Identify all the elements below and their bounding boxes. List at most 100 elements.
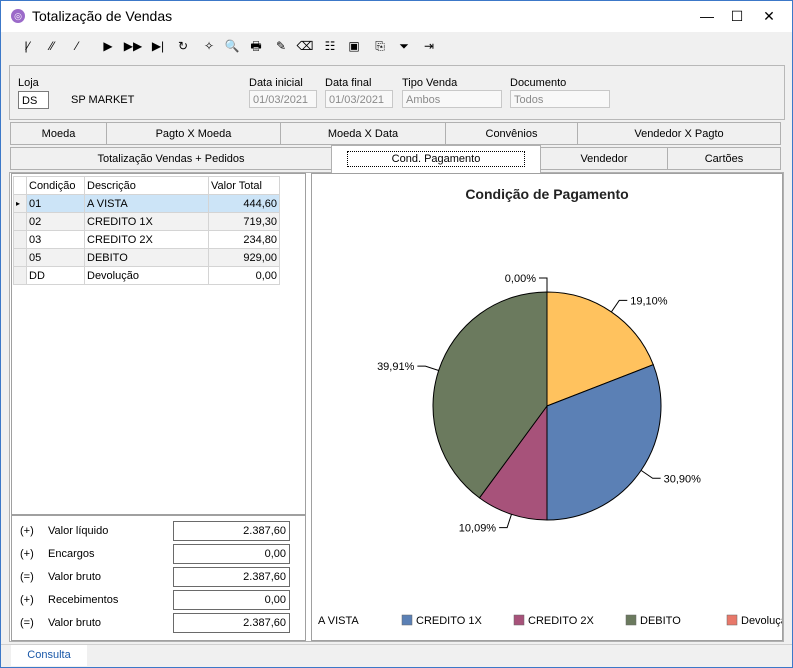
next-page-icon[interactable]: ▶▶ — [123, 36, 143, 56]
cell-valor-total: 234,80 — [208, 230, 280, 249]
window-title: Totalização de Vendas — [32, 8, 173, 24]
tab-convenios[interactable]: Convênios — [445, 122, 578, 145]
chart-panel: Condição de Pagamento 19,10% 30,90% 10,09% 3… — [311, 173, 783, 641]
tab-moeda[interactable]: Moeda — [10, 122, 107, 145]
legend-swatch — [401, 614, 413, 626]
summary-value-field[interactable]: 0,00 — [173, 544, 290, 564]
grid-panel: Condição Descrição Valor Total ▸ 01 A VIST… — [11, 173, 306, 515]
save-icon[interactable]: ⎘ — [370, 36, 390, 56]
next-record-icon[interactable]: ▶ — [98, 36, 118, 56]
first-record-icon[interactable]: |⁄ — [17, 36, 37, 56]
row-indicator — [13, 230, 27, 249]
cell-descricao: CREDITO 1X — [84, 212, 209, 231]
cell-condicao: 05 — [26, 248, 85, 267]
summary-label: Valor líquido — [48, 525, 109, 537]
status-tab-consulta[interactable]: Consulta — [11, 645, 87, 666]
cell-valor-total: 929,00 — [208, 248, 280, 267]
summary-sign: (+) — [20, 548, 34, 560]
grid-indicator-header — [13, 176, 27, 195]
tab-cond-pagamento[interactable]: Cond. Pagamento — [331, 145, 541, 173]
screenshot-icon[interactable]: ▣ — [344, 36, 364, 56]
cell-condicao: 01 — [26, 194, 85, 213]
summary-sign: (=) — [20, 617, 34, 629]
summary-label: Recebimentos — [48, 594, 119, 606]
chart-title: Condição de Pagamento — [465, 186, 628, 202]
tipo-venda-input[interactable]: Ambos — [402, 90, 502, 108]
loja-label: Loja — [18, 77, 39, 89]
data-inicial-input[interactable]: 01/03/2021 — [249, 90, 317, 108]
refresh-icon[interactable]: ↻ — [173, 36, 193, 56]
col-valor-total[interactable]: Valor Total — [208, 176, 280, 195]
print-icon[interactable]: 🖶 — [246, 36, 266, 56]
cell-condicao: DD — [26, 266, 85, 285]
table-row[interactable]: 05 DEBITO 929,00 — [13, 248, 280, 267]
pie-data-label: 0,00% — [505, 273, 536, 285]
minimize-button[interactable]: — — [692, 1, 722, 32]
cell-descricao: Devolução — [84, 266, 209, 285]
summary-value-field[interactable]: 2.387,60 — [173, 567, 290, 587]
documento-input[interactable]: Todos — [510, 90, 610, 108]
cell-descricao: DEBITO — [84, 248, 209, 267]
legend-label: DEBITO — [640, 615, 681, 627]
prev-page-icon[interactable]: ⁄⁄ — [42, 36, 62, 56]
table-row[interactable]: DD Devolução 0,00 — [13, 266, 280, 285]
tab-vendedor-x-pagto[interactable]: Vendedor X Pagto — [577, 122, 781, 145]
close-button[interactable]: ✕ — [754, 1, 784, 32]
pie-leader-line — [640, 469, 661, 479]
cell-valor-total: 719,30 — [208, 212, 280, 231]
row-indicator — [13, 248, 27, 267]
data-final-input[interactable]: 01/03/2021 — [325, 90, 393, 108]
cell-descricao: CREDITO 2X — [84, 230, 209, 249]
summary-row: (+) Valor líquido 2.387,60 — [20, 521, 295, 541]
status-bar: Consulta — [1, 644, 792, 667]
legend-swatch — [726, 614, 738, 626]
filter-icon[interactable]: ☷ — [320, 36, 340, 56]
cell-valor-total: 444,60 — [208, 194, 280, 213]
loja-code-input[interactable]: DS — [18, 91, 49, 109]
summary-label: Encargos — [48, 548, 95, 560]
summary-row: (+) Recebimentos 0,00 — [20, 590, 295, 610]
pie-data-label: 19,10% — [630, 295, 668, 307]
export-icon[interactable]: ✎ — [271, 36, 291, 56]
summary-sign: (+) — [20, 525, 34, 537]
legend-label: A VISTA — [318, 615, 359, 627]
col-descricao[interactable]: Descrição — [84, 176, 209, 195]
pie-data-label: 30,90% — [664, 473, 702, 485]
pie-data-label: 10,09% — [459, 523, 497, 535]
summary-value-field[interactable]: 2.387,60 — [173, 521, 290, 541]
data-final-label: Data final — [325, 77, 372, 89]
clear-icon[interactable]: ⌫ — [295, 36, 315, 56]
cell-descricao: A VISTA — [84, 194, 209, 213]
print-preview-icon[interactable]: 🔍 — [222, 36, 242, 56]
legend-label: CREDITO 2X — [528, 615, 594, 627]
pie-leader-line — [417, 365, 439, 371]
toolbar: |⁄ ⁄⁄ ⁄ ▶ ▶▶ ▶| ↻ ✧ 🔍 🖶 ✎ ⌫ ☷ ▣ ⎘ ⏷ ⇥ — [9, 34, 784, 60]
summary-value-field[interactable]: 0,00 — [173, 590, 290, 610]
maximize-button[interactable]: ☐ — [722, 1, 752, 32]
window: ◎ Totalização de Vendas — ☐ ✕ |⁄ ⁄⁄ ⁄ ▶ ▶▶ ▶|… — [0, 0, 793, 668]
tipo-venda-label: Tipo Venda — [402, 77, 458, 89]
pie-leader-line — [610, 299, 628, 313]
tab-totalizacao[interactable]: Totalização Vendas + Pedidos — [10, 147, 332, 170]
wand-icon[interactable]: ✧ — [199, 36, 219, 56]
tab-vendedor[interactable]: Vendedor — [540, 147, 668, 170]
tab-pagto-x-moeda[interactable]: Pagto X Moeda — [106, 122, 281, 145]
app-icon: ◎ — [11, 9, 25, 23]
tab-cartoes[interactable]: Cartões — [667, 147, 781, 170]
tab-moeda-x-data[interactable]: Moeda X Data — [280, 122, 446, 145]
summary-label: Valor bruto — [48, 571, 101, 583]
table-row[interactable]: 02 CREDITO 1X 719,30 — [13, 212, 280, 231]
exit-icon[interactable]: ⇥ — [419, 36, 439, 56]
funnel-icon[interactable]: ⏷ — [394, 36, 414, 56]
prev-record-icon[interactable]: ⁄ — [67, 36, 87, 56]
cell-condicao: 03 — [26, 230, 85, 249]
cell-valor-total: 0,00 — [208, 266, 280, 285]
summary-row: (+) Encargos 0,00 — [20, 544, 295, 564]
summary-value-field[interactable]: 2.387,60 — [173, 613, 290, 633]
pie-chart: Condição de Pagamento 19,10% 30,90% 10,09% 3… — [318, 186, 782, 627]
col-condicao[interactable]: Condição — [26, 176, 85, 195]
summary-sign: (=) — [20, 571, 34, 583]
table-row[interactable]: 03 CREDITO 2X 234,80 — [13, 230, 280, 249]
table-row[interactable]: ▸ 01 A VISTA 444,60 — [13, 194, 280, 213]
last-record-icon[interactable]: ▶| — [148, 36, 168, 56]
